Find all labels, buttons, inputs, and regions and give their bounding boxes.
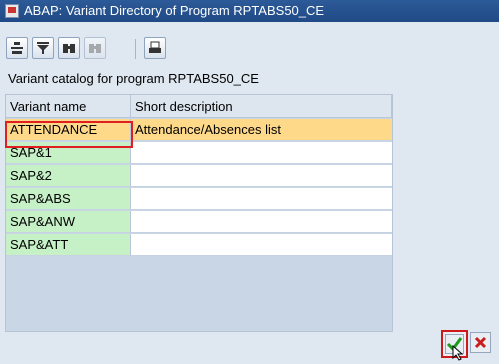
table-row[interactable]: SAP&ANW bbox=[6, 211, 392, 234]
filter-button[interactable] bbox=[32, 37, 54, 59]
short-description-cell[interactable]: Attendance/Absences list bbox=[131, 119, 392, 141]
short-description-cell[interactable] bbox=[131, 234, 392, 256]
print-icon bbox=[149, 41, 161, 53]
variant-name-cell[interactable]: SAP&2 bbox=[6, 165, 131, 187]
short-description-cell[interactable] bbox=[131, 188, 392, 210]
mouse-cursor-icon bbox=[452, 345, 464, 361]
table-row[interactable]: SAP&ABS bbox=[6, 188, 392, 211]
sap-window-icon bbox=[5, 4, 19, 18]
short-description-cell[interactable] bbox=[131, 211, 392, 233]
variant-name-cell[interactable]: ATTENDANCE bbox=[6, 119, 131, 141]
cancel-button[interactable] bbox=[470, 332, 491, 353]
window-title: ABAP: Variant Directory of Program RPTAB… bbox=[24, 3, 325, 18]
variant-name-cell[interactable]: SAP&ABS bbox=[6, 188, 131, 210]
find-icon bbox=[63, 44, 75, 53]
find-next-button[interactable] bbox=[84, 37, 106, 59]
table-row[interactable]: ATTENDANCE Attendance/Absences list bbox=[6, 119, 392, 142]
filter-icon bbox=[37, 42, 49, 54]
details-button[interactable] bbox=[6, 37, 28, 59]
table-row[interactable]: SAP&ATT bbox=[6, 234, 392, 257]
table-row[interactable]: SAP&2 bbox=[6, 165, 392, 188]
details-icon bbox=[11, 42, 23, 54]
short-description-cell[interactable] bbox=[131, 142, 392, 164]
toolbar-separator bbox=[135, 39, 136, 59]
variant-name-cell[interactable]: SAP&1 bbox=[6, 142, 131, 164]
window-titlebar: ABAP: Variant Directory of Program RPTAB… bbox=[0, 0, 499, 22]
print-button[interactable] bbox=[144, 37, 166, 59]
column-header-short-description[interactable]: Short description bbox=[131, 95, 392, 118]
variant-directory-dialog: Variant catalog for program RPTABS50_CE … bbox=[0, 22, 499, 364]
variant-name-cell[interactable]: SAP&ANW bbox=[6, 211, 131, 233]
variant-name-cell[interactable]: SAP&ATT bbox=[6, 234, 131, 256]
short-description-cell[interactable] bbox=[131, 165, 392, 187]
close-icon bbox=[474, 336, 487, 349]
column-header-variant-name[interactable]: Variant name bbox=[6, 95, 131, 118]
table-row[interactable]: SAP&1 bbox=[6, 142, 392, 165]
find-button[interactable] bbox=[58, 37, 80, 59]
variant-table: Variant name Short description ATTENDANC… bbox=[5, 94, 393, 332]
variant-catalog-caption: Variant catalog for program RPTABS50_CE bbox=[8, 71, 259, 86]
find-next-icon bbox=[89, 44, 101, 53]
